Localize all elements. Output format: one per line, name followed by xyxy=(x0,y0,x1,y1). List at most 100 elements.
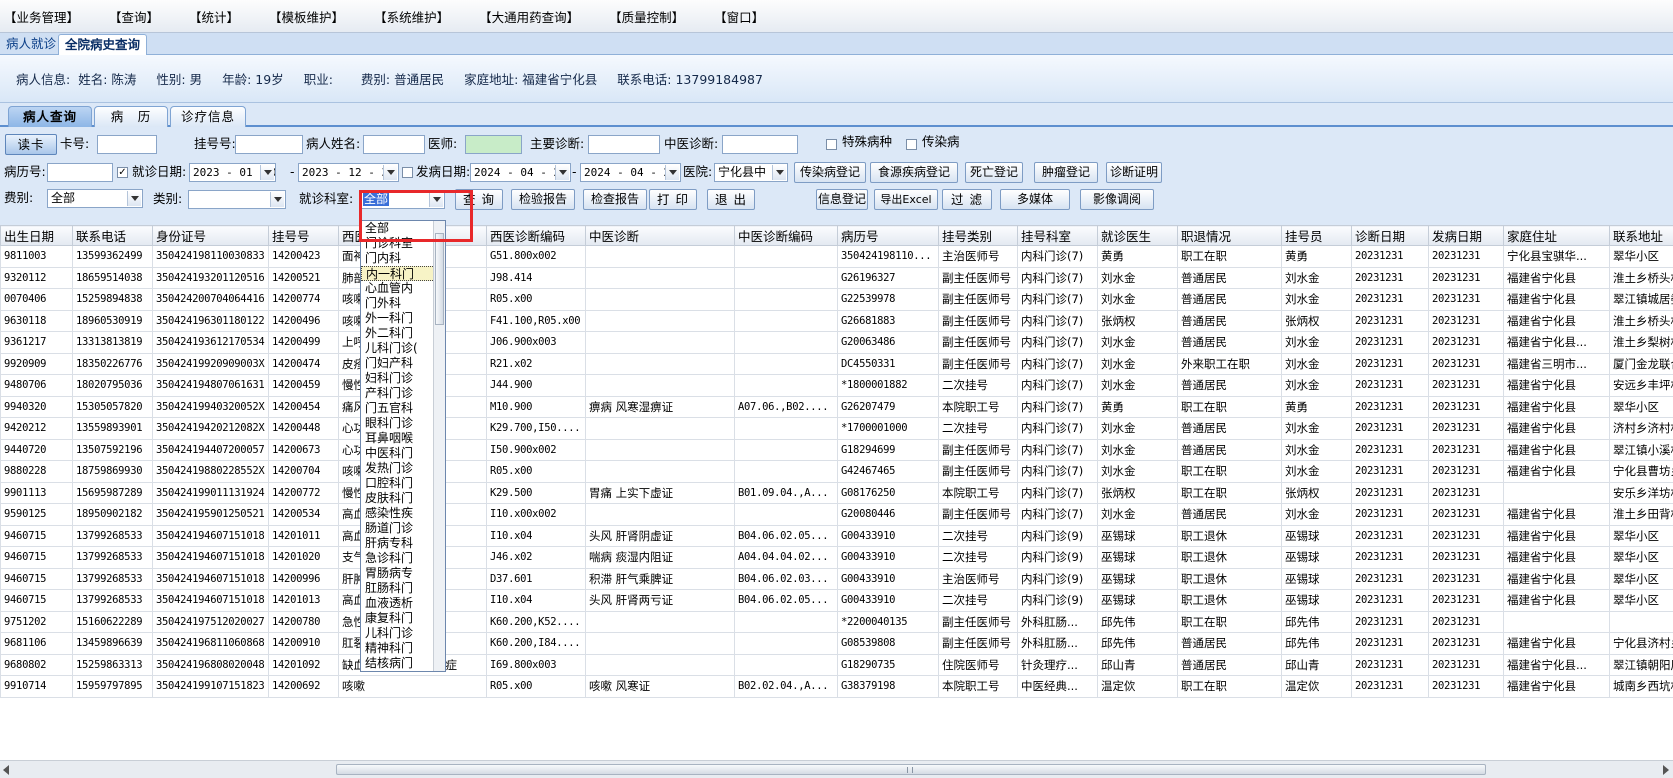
column-header[interactable]: 家庭住址 xyxy=(1503,225,1610,246)
table-row[interactable]: 0070406 15259894838 350424200704064416 1420… xyxy=(0,288,1673,311)
table-row[interactable]: 9460715 13799268533 350424194607151018 1420… xyxy=(0,524,1673,547)
column-header[interactable]: 挂号员 xyxy=(1281,225,1352,246)
death-register-button[interactable]: 死亡登记 xyxy=(965,162,1023,183)
column-header[interactable]: 中医诊断 xyxy=(585,225,735,246)
card-no-input[interactable] xyxy=(97,135,157,154)
fee-select[interactable]: 全部 xyxy=(47,189,143,208)
dept-dropdown-list[interactable]: 全部 门诊科室 门内科 内一科门 心血管内 门外科 外一科门 外二科门 儿科门诊(门妇产科 妇科门… xyxy=(360,220,446,672)
table-row[interactable]: 9751202 15160622289 350424197512020027 1420… xyxy=(0,610,1673,633)
category-select[interactable] xyxy=(188,190,286,209)
scroll-right-icon[interactable] xyxy=(1663,765,1669,775)
column-header[interactable]: 出生日期 xyxy=(0,225,73,246)
table-row[interactable]: 9460715 13799268533 350424194607151018 1420… xyxy=(0,589,1673,612)
export-excel-button[interactable]: 导出Excel xyxy=(874,189,938,210)
visit-date-checkbox[interactable]: ✓ xyxy=(117,167,128,178)
print-button[interactable]: 打 印 xyxy=(649,189,697,210)
onset-date-to[interactable]: 2024 - 04 - 28 xyxy=(580,163,681,182)
lab-report-button[interactable]: 检验报告 xyxy=(511,189,575,210)
table-row[interactable]: 9420212 13559893901 35042419420212082X 1420… xyxy=(0,417,1673,440)
horizontal-scrollbar[interactable] xyxy=(0,760,1673,778)
table-row[interactable]: 9910714 15959797895 350424199107151823 1420… xyxy=(0,675,1673,698)
tab-treatment-info[interactable]: 诊疗信息 xyxy=(170,106,246,127)
column-header[interactable]: 职退情况 xyxy=(1177,225,1282,246)
column-header[interactable]: 发病日期 xyxy=(1428,225,1504,246)
table-row[interactable]: 9920909 18350226776 35042419920909003X 1420… xyxy=(0,352,1673,375)
table-row[interactable]: 9901113 15695987289 350424199011131924 1420… xyxy=(0,481,1673,504)
column-header[interactable]: 西医诊断编码 xyxy=(486,225,586,246)
image-view-button[interactable]: 影像调阅 xyxy=(1080,189,1154,210)
onset-date-checkbox[interactable] xyxy=(402,167,413,178)
tcm-dx-input[interactable] xyxy=(722,135,798,154)
onset-date-from[interactable]: 2024 - 04 - 28 xyxy=(470,163,571,182)
menu-item[interactable]: 【统计】 xyxy=(189,7,239,26)
tab-patient-visit[interactable]: 病人就诊 xyxy=(0,34,62,55)
reg-no-input[interactable] xyxy=(235,135,303,154)
column-header[interactable]: 联系地址 xyxy=(1609,225,1673,246)
tumor-register-button[interactable]: 肿瘤登记 xyxy=(1034,162,1098,183)
table-row[interactable]: 9590125 18950902182 350424195901250521 1420… xyxy=(0,503,1673,526)
food-disease-register-button[interactable]: 食源疾病登记 xyxy=(870,162,958,183)
table-cell xyxy=(585,352,735,375)
column-header[interactable]: 身份证号 xyxy=(152,225,269,246)
record-no-input[interactable] xyxy=(47,163,113,182)
tab-patient-query[interactable]: 病人查询 xyxy=(8,106,92,127)
read-card-button[interactable]: 读卡 xyxy=(5,134,57,155)
filter-button[interactable]: 过 滤 xyxy=(942,189,992,210)
column-header[interactable]: 挂号类别 xyxy=(938,225,1018,246)
exam-report-button[interactable]: 检查报告 xyxy=(583,189,647,210)
column-header[interactable]: 挂号号 xyxy=(268,225,339,246)
table-row[interactable]: 9681106 13459896639 350424196811060868 1420… xyxy=(0,632,1673,655)
scroll-thumb[interactable] xyxy=(435,233,444,325)
table-row[interactable]: 9480706 18020795036 350424194807061631 1420… xyxy=(0,374,1673,397)
chevron-down-icon[interactable] xyxy=(270,192,284,207)
scroll-left-icon[interactable] xyxy=(3,765,9,775)
column-header[interactable]: 挂号科室 xyxy=(1017,225,1098,246)
table-row[interactable]: 9940320 15305057820 35042419940320052X 1420… xyxy=(0,395,1673,418)
table-row[interactable]: 9880228 18759869930 35042419880228552X 1420… xyxy=(0,460,1673,483)
chevron-down-icon[interactable] xyxy=(383,165,397,180)
table-row[interactable]: 9811003 13599362499 350424198110030833 1420… xyxy=(0,245,1673,268)
tab-history-query[interactable]: 全院病史查询 xyxy=(58,34,148,55)
diagnosis-cert-button[interactable]: 诊断证明 xyxy=(1106,162,1162,183)
chevron-down-icon[interactable] xyxy=(260,165,274,180)
patient-name-input[interactable] xyxy=(363,135,425,154)
chevron-down-icon[interactable] xyxy=(127,191,141,206)
scroll-thumb[interactable] xyxy=(336,764,1486,775)
menu-item[interactable]: 【模板维护】 xyxy=(269,7,344,26)
chevron-down-icon[interactable] xyxy=(772,165,786,180)
dropdown-scrollbar[interactable] xyxy=(433,221,445,671)
visit-date-to[interactable]: 2023 - 12 - 31 xyxy=(298,163,399,182)
menu-item[interactable]: 【窗口】 xyxy=(714,7,764,26)
column-header[interactable]: 诊断日期 xyxy=(1351,225,1429,246)
exit-button[interactable]: 退 出 xyxy=(707,189,755,210)
info-register-button[interactable]: 信息登记 xyxy=(816,189,868,210)
menu-item[interactable]: 【查询】 xyxy=(109,7,159,26)
table-row[interactable]: 9460715 13799268533 350424194607151018 1420… xyxy=(0,567,1673,590)
tab-medical-record[interactable]: 病 历 xyxy=(94,106,168,127)
infectious-register-button[interactable]: 传染病登记 xyxy=(794,162,866,183)
table-row[interactable]: 9460715 13799268533 350424194607151018 1420… xyxy=(0,546,1673,569)
menu-item[interactable]: 【质量控制】 xyxy=(609,7,684,26)
doctor-input[interactable] xyxy=(465,135,522,154)
main-dx-input[interactable] xyxy=(588,135,660,154)
chevron-down-icon[interactable] xyxy=(665,165,679,180)
special-disease-checkbox[interactable] xyxy=(826,139,837,150)
hospital-select[interactable]: 宁化县中 xyxy=(714,163,788,182)
table-row[interactable]: 9440720 13507592196 350424194407200057 1420… xyxy=(0,438,1673,461)
column-header[interactable]: 就诊医生 xyxy=(1097,225,1178,246)
column-header[interactable]: 中医诊断编码 xyxy=(734,225,838,246)
column-header[interactable]: 病历号 xyxy=(837,225,939,246)
chevron-down-icon[interactable] xyxy=(555,165,569,180)
table-row[interactable]: 9320112 18659514038 350424193201120516 1420… xyxy=(0,266,1673,289)
menu-item[interactable]: 【业务管理】 xyxy=(4,7,79,26)
column-header[interactable]: 联系电话 xyxy=(72,225,153,246)
table-row[interactable]: 9361217 13313813819 350424193612170534 1420… xyxy=(0,331,1673,354)
infectious-checkbox[interactable] xyxy=(906,139,917,150)
table-row[interactable]: 9630118 18960530919 350424196301180122 1420… xyxy=(0,309,1673,332)
visit-date-from[interactable]: 2023 - 01 - 01 xyxy=(189,163,276,182)
table-row[interactable]: 9680802 15259863313 350424196808020048 1420… xyxy=(0,653,1673,676)
multimedia-button[interactable]: 多媒体 xyxy=(1000,189,1070,210)
table-cell: 福建省宁化县 xyxy=(1503,417,1610,440)
menu-item[interactable]: 【系统维护】 xyxy=(374,7,449,26)
menu-item[interactable]: 【大通用药查询】 xyxy=(479,7,579,26)
